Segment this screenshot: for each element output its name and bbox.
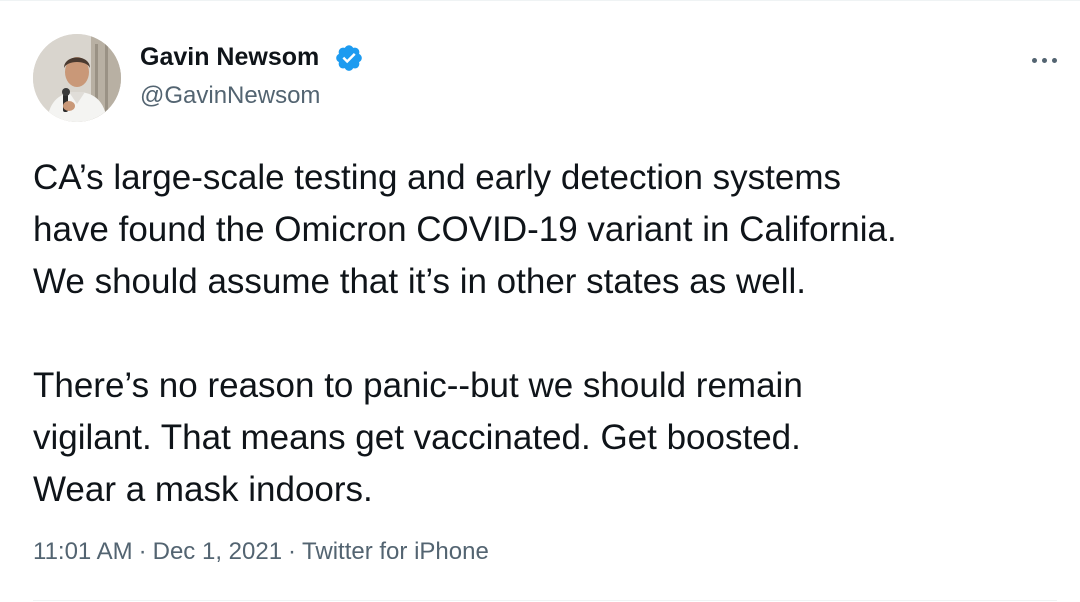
tweet-paragraph: There’s no reason to panic--but we shoul… xyxy=(33,366,803,509)
tweet-date[interactable]: Dec 1, 2021 xyxy=(153,538,282,565)
tweet-source[interactable]: Twitter for iPhone xyxy=(302,538,489,565)
verified-badge-icon xyxy=(336,45,362,71)
author-name[interactable]: Gavin Newsom xyxy=(140,41,319,73)
tweet-time[interactable]: 11:01 AM xyxy=(33,538,133,565)
avatar-photo xyxy=(33,34,121,122)
meta-separator: · xyxy=(288,538,297,565)
tweet-text: CA’s large-scale testing and early detec… xyxy=(33,152,1073,516)
tweet-paragraph: CA’s large-scale testing and early detec… xyxy=(33,158,897,301)
more-options-icon-dot xyxy=(1041,57,1047,63)
bottom-divider xyxy=(33,600,1057,601)
more-options-icon xyxy=(1031,57,1037,63)
tweet-card: Gavin Newsom @GavinNewsom CA’s large-sca… xyxy=(0,0,1080,602)
author-avatar[interactable] xyxy=(33,34,121,122)
meta-separator: · xyxy=(138,538,147,565)
more-options-button[interactable] xyxy=(1022,40,1066,80)
tweet-meta: 11:01 AM · Dec 1, 2021 · Twitter for iPhone xyxy=(33,536,489,568)
author-handle[interactable]: @GavinNewsom xyxy=(140,80,320,112)
more-options-icon-dot xyxy=(1051,57,1057,63)
